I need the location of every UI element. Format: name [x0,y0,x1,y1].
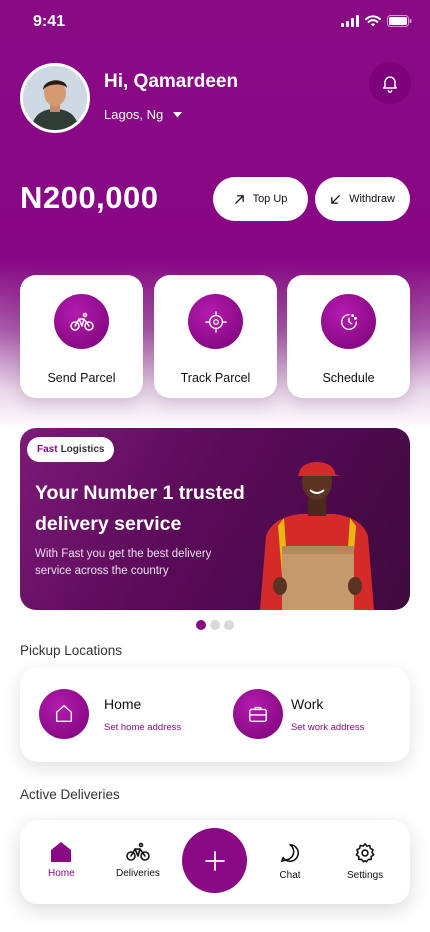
nav-chat-label: Chat [279,870,301,881]
carousel-dot-2[interactable] [210,620,220,630]
bicycle-icon [126,842,150,861]
location-label: Lagos, Ng [104,107,164,122]
nav-deliveries[interactable]: Deliveries [116,842,160,879]
add-button[interactable] [182,828,247,893]
clock-icon [340,313,357,330]
user-photo [23,66,87,130]
nav-home[interactable]: Home [48,842,75,879]
home-location[interactable]: Home Set home address [39,689,181,739]
signal-icon [341,15,359,27]
arrow-down-left-icon [331,194,340,204]
nav-settings[interactable]: Settings [347,842,383,881]
bicycle-icon [69,312,94,331]
send-parcel-label: Send Parcel [47,371,116,385]
caret-down-icon [173,111,183,117]
carousel-dot-1[interactable] [196,620,206,630]
greeting: Hi, Qamardeen [104,71,239,92]
banner-subtitle: With Fast you get the best delivery serv… [35,548,212,577]
home-icon [51,842,72,862]
delivery-man-illustration [260,462,374,610]
nav-chat[interactable]: Chat [279,842,301,881]
track-parcel-icon-circle [188,294,243,349]
home-icon-circle [39,689,89,739]
badge-rest: Logistics [60,444,105,455]
badge-brand: Fast [37,444,58,455]
target-icon [204,310,227,333]
withdraw-label: Withdraw [349,193,395,205]
avatar[interactable] [20,63,90,133]
track-parcel-card[interactable]: Track Parcel [154,275,277,398]
carousel-dots[interactable] [196,620,234,630]
withdraw-button[interactable]: Withdraw [315,177,410,221]
house-icon [55,705,73,723]
battery-icon [387,15,412,27]
wallet-balance: N200,000 [20,180,159,215]
send-parcel-icon-circle [54,294,109,349]
banner-title: Your Number 1 trusted delivery service [35,482,245,535]
pickup-card: Home Set home address Work Set work addr… [20,667,410,762]
schedule-label: Schedule [322,371,375,385]
gear-icon [355,843,375,863]
schedule-icon-circle [321,294,376,349]
active-deliveries-heading: Active Deliveries [20,787,120,802]
work-title: Work [291,695,324,712]
top-up-button[interactable]: Top Up [213,177,308,221]
location-selector[interactable]: Lagos, Ng [104,107,183,122]
status-icons [341,15,412,27]
work-location[interactable]: Work Set work address [233,689,364,739]
promo-banner[interactable]: Fast Logistics Your Number 1 trusted del… [20,428,410,610]
carousel-dot-3[interactable] [224,620,234,630]
arrow-up-right-icon [234,194,244,204]
status-time: 9:41 [33,13,66,30]
set-home-address-link[interactable]: Set home address [104,722,181,733]
send-parcel-card[interactable]: Send Parcel [20,275,143,398]
brand-badge: Fast Logistics [27,437,115,462]
nav-deliveries-label: Deliveries [116,868,160,879]
track-parcel-label: Track Parcel [180,371,251,385]
nav-home-label: Home [48,868,75,879]
pickup-heading: Pickup Locations [20,643,123,658]
nav-settings-label: Settings [347,870,384,881]
briefcase-icon [249,706,267,723]
set-work-address-link[interactable]: Set work address [291,722,364,733]
bell-icon [383,76,397,93]
top-up-label: Top Up [252,193,288,205]
chat-icon [280,843,299,863]
notifications-button[interactable] [369,62,411,104]
plus-icon [204,850,225,871]
home-title: Home [104,695,142,712]
work-icon-circle [233,689,283,739]
wifi-icon [365,15,381,27]
schedule-card[interactable]: Schedule [287,275,410,398]
